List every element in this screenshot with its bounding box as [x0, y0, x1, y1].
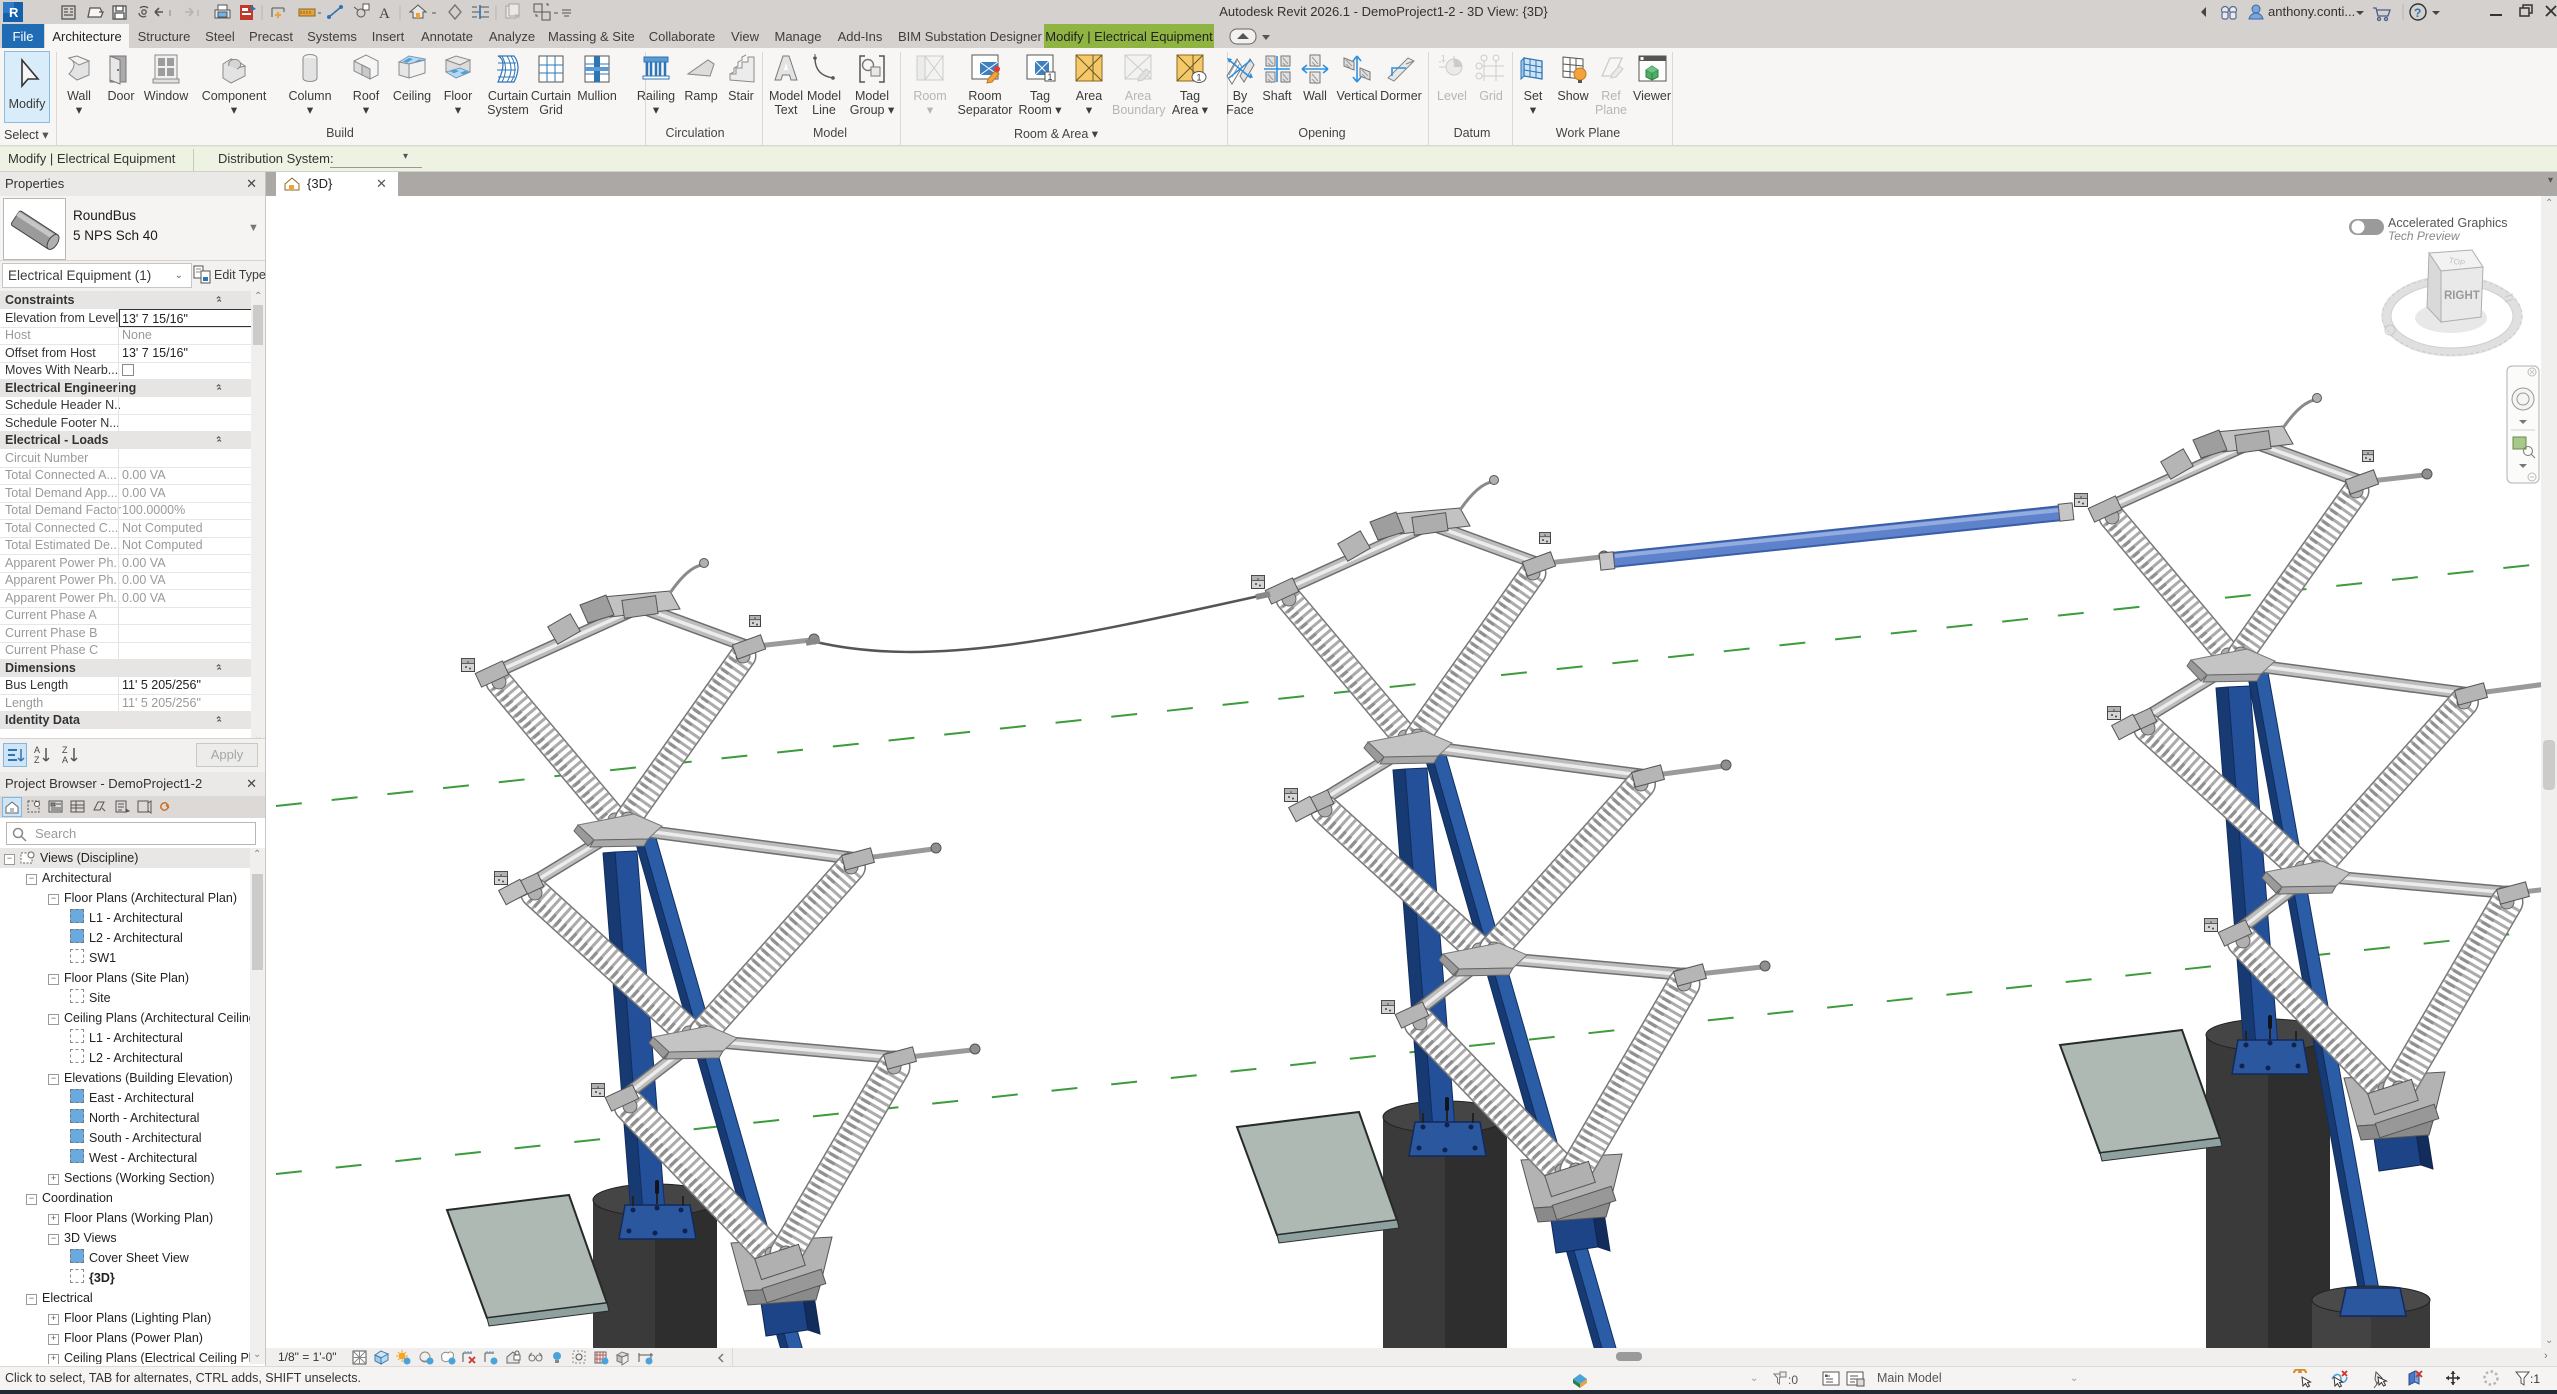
svg-text:A: A — [34, 745, 40, 755]
svg-text:1: 1 — [1197, 73, 1202, 83]
svg-text:1: 1 — [1048, 72, 1053, 82]
svg-text:RIGHT: RIGHT — [2444, 290, 2480, 302]
svg-text::0: :0 — [1788, 1373, 1798, 1387]
svg-text:?: ? — [2414, 6, 2421, 20]
svg-text:R: R — [9, 5, 19, 20]
svg-text:Tech Preview: Tech Preview — [2388, 229, 2461, 243]
svg-text:A: A — [62, 755, 68, 765]
svg-text::1: :1 — [2530, 1372, 2540, 1386]
svg-text:anthony.conti...: anthony.conti... — [2268, 4, 2355, 19]
svg-text:Z: Z — [62, 745, 68, 755]
svg-text:A: A — [379, 6, 390, 22]
svg-text:Z: Z — [34, 755, 40, 765]
svg-text:Accelerated Graphics: Accelerated Graphics — [2388, 216, 2508, 230]
